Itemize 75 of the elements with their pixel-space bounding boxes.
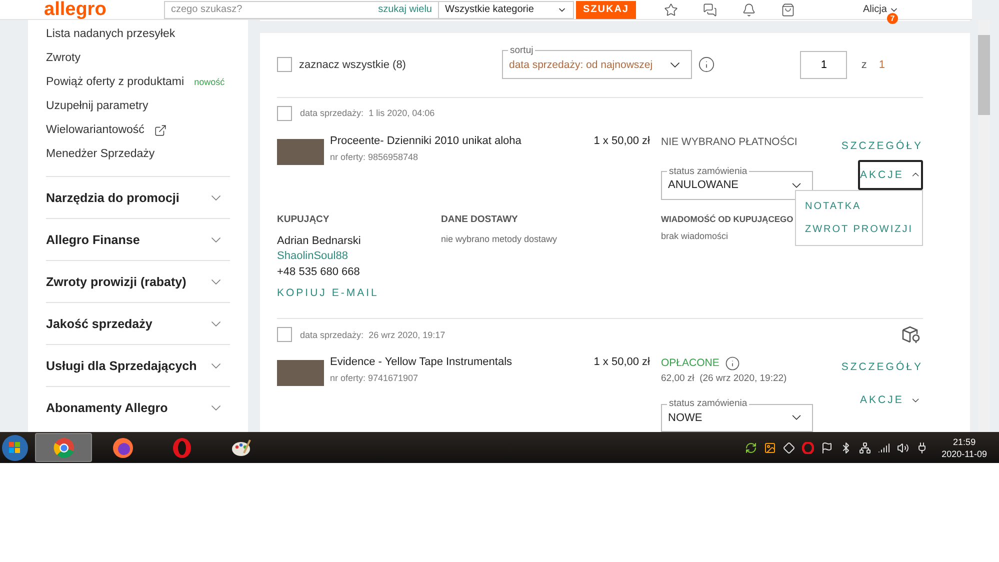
new-tag: nowość bbox=[194, 77, 225, 87]
message-text: brak wiadomości bbox=[661, 230, 728, 240]
power-icon[interactable] bbox=[916, 442, 928, 454]
actions-button[interactable]: AKCJE bbox=[858, 160, 923, 190]
info-icon[interactable] bbox=[725, 356, 740, 370]
page-of: z bbox=[861, 58, 867, 70]
opera-icon[interactable] bbox=[802, 442, 814, 454]
sidebar-section[interactable]: Narzędzia do promocji bbox=[46, 176, 230, 218]
palette-icon bbox=[230, 436, 252, 458]
sidebar-link[interactable]: Uzupełnij parametry bbox=[46, 94, 230, 118]
sort-select[interactable]: sortuj data sprzedaży: od najnowszej bbox=[502, 44, 692, 78]
product-photo-placeholder bbox=[277, 138, 324, 164]
payment-status: NIE WYBRANO PŁATNOŚCI bbox=[661, 136, 798, 148]
sidebar-section[interactable]: Zwroty prowizji (rabaty) bbox=[46, 260, 230, 302]
buyer-name: Adrian Bednarski bbox=[277, 234, 362, 248]
column-heading: DANE DOSTAWY bbox=[441, 214, 519, 224]
product-title[interactable]: Proceente- Dzienniki 2010 unikat aloha bbox=[330, 134, 522, 146]
star-icon[interactable] bbox=[664, 2, 678, 16]
product-photo-placeholder bbox=[277, 360, 324, 386]
checkbox[interactable] bbox=[277, 57, 292, 72]
payment-status: OPŁACONE bbox=[661, 357, 720, 369]
sidebar-section[interactable]: Allegro Finanse bbox=[46, 218, 230, 260]
sidebar-link[interactable]: Powiąż oferty z produktami nowość bbox=[46, 70, 230, 94]
category-select[interactable]: Wszystkie kategorie bbox=[439, 0, 574, 18]
select-all-label[interactable]: zaznacz wszystkie (8) bbox=[299, 58, 406, 70]
checkbox[interactable] bbox=[277, 327, 292, 342]
product-title[interactable]: Evidence - Yellow Tape Instrumentals bbox=[330, 356, 512, 368]
sidebar-link[interactable]: Menedżer Sprzedaży bbox=[46, 142, 230, 166]
sidebar-link[interactable]: Wielowariantowość bbox=[46, 118, 230, 142]
clock[interactable]: 21:59 2020-11-09 bbox=[942, 436, 987, 460]
delivery-text: nie wybrano metody dostawy bbox=[441, 234, 558, 244]
sidebar-section[interactable]: Jakość sprzedaży bbox=[46, 302, 230, 344]
offer-number: nr oferty: 9856958748 bbox=[330, 152, 420, 162]
sync-icon[interactable] bbox=[744, 442, 757, 454]
menu-item[interactable]: ZWROT PROWIZJI bbox=[804, 224, 913, 234]
chat-icon[interactable] bbox=[703, 2, 717, 16]
network-icon[interactable] bbox=[858, 442, 871, 454]
search-many-link[interactable]: szukaj wielu bbox=[378, 4, 432, 15]
search-field[interactable]: czego szukasz? szukaj wielu bbox=[164, 0, 439, 18]
external-link-icon bbox=[154, 124, 168, 136]
user-menu[interactable]: Alicja bbox=[863, 4, 899, 15]
copy-email-link[interactable]: KOPIUJ E-MAIL bbox=[277, 287, 441, 299]
sidebar-section[interactable]: Usługi dla Sprzedających bbox=[46, 344, 230, 386]
notification-count: 7 bbox=[887, 13, 898, 24]
page-input[interactable]: 1 bbox=[800, 50, 848, 78]
sidebar-link[interactable]: Zwroty bbox=[46, 46, 230, 70]
column-heading: WIADOMOŚĆ OD KUPUJĄCEGO bbox=[661, 214, 794, 224]
bell-icon[interactable] bbox=[742, 2, 756, 16]
speaker-icon[interactable] bbox=[896, 442, 909, 454]
opera-icon bbox=[170, 436, 192, 458]
diamond-icon[interactable] bbox=[782, 442, 795, 454]
sale-date: data sprzedaży: 26 wrz 2020, 19:17 bbox=[300, 330, 446, 340]
bag-icon[interactable] bbox=[781, 2, 795, 16]
price: 1 x 50,00 zł bbox=[594, 134, 650, 146]
firefox-icon bbox=[112, 436, 134, 458]
details-link[interactable]: SZCZEGÓŁY bbox=[841, 140, 923, 152]
page-total[interactable]: 1 bbox=[878, 58, 885, 70]
menu-item[interactable]: NOTATKA bbox=[804, 200, 862, 212]
chrome-icon bbox=[52, 436, 74, 458]
sale-date: data sprzedaży: 1 lis 2020, 04:06 bbox=[300, 108, 435, 118]
sidebar-link[interactable]: Lista nadanych przesyłek bbox=[46, 22, 230, 46]
details-link[interactable]: SZCZEGÓŁY bbox=[841, 361, 923, 373]
sidebar-section[interactable]: Abonamenty Allegro bbox=[46, 386, 230, 428]
info-icon[interactable] bbox=[698, 56, 715, 73]
picture-icon[interactable] bbox=[764, 442, 776, 454]
checkbox[interactable] bbox=[277, 106, 292, 120]
column-heading: KUPUJĄCY bbox=[277, 214, 330, 224]
scrollbar[interactable] bbox=[978, 20, 990, 432]
price: 1 x 50,00 zł bbox=[594, 356, 650, 368]
flag-icon[interactable] bbox=[820, 442, 833, 454]
payment-amount: 62,00 zł (26 wrz 2020, 19:22) bbox=[661, 373, 788, 384]
offer-number: nr oferty: 9741671907 bbox=[330, 373, 420, 383]
buyer-login[interactable]: ShaolinSoul88 bbox=[277, 249, 441, 264]
buyer-phone: +48 535 680 668 bbox=[277, 264, 361, 280]
start-button[interactable] bbox=[0, 432, 30, 462]
